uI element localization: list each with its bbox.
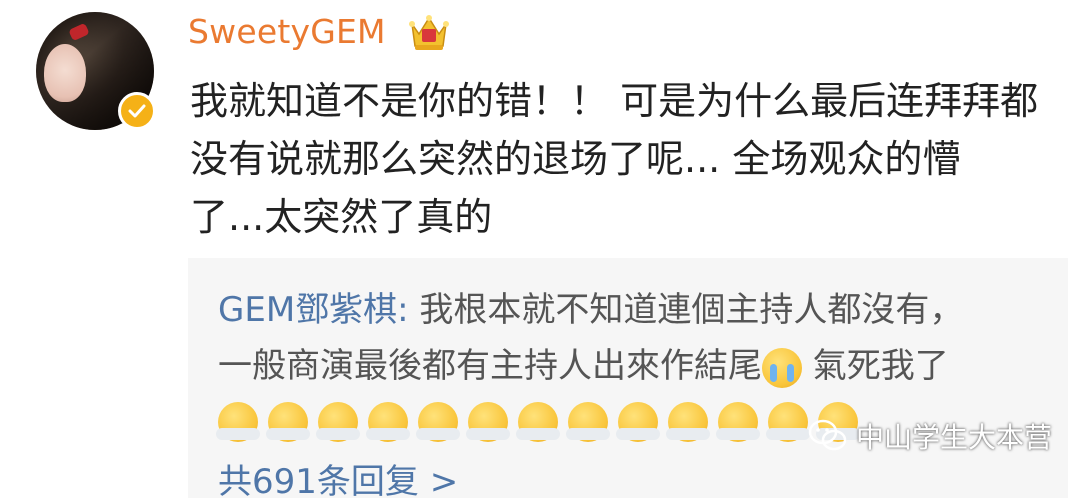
quote-line: 氣死我了 [802,346,949,386]
watermark: 中山学生大本营 [808,416,1052,456]
view-replies-link[interactable]: 共691条回复 > [218,454,458,503]
steam-face-icon [416,401,460,442]
quote-author-link[interactable]: GEM鄧紫棋: [218,290,409,330]
steam-face-icon [316,401,360,442]
wechat-icon [808,419,847,451]
comment-text: 我就知道不是你的错！！ 可是为什么最后连拜拜都 没有说就那么突然的退场了呢...… [190,72,1070,246]
crown-icon [409,15,449,50]
comment-line: 了...太突然了真的 [190,195,493,239]
quote-line: 一般商演最後都有主持人出來作結尾 [218,346,762,386]
steam-face-icon [366,401,410,442]
steam-face-icon [766,401,810,442]
verified-badge-icon [118,92,156,130]
avatar-face [44,44,86,102]
steam-face-icon [666,401,710,442]
comment-line: 我就知道不是你的错！！ 可是为什么最后连拜拜都 [190,79,1039,123]
steam-face-icon [566,401,610,442]
steam-face-icon [466,401,510,442]
watermark-text: 中山学生大本营 [856,421,1053,454]
username[interactable]: SweetyGEM [188,12,386,51]
steam-face-icon [616,401,660,442]
steam-face-icon [266,401,310,442]
steam-face-icon [516,401,560,442]
comment-line: 没有说就那么突然的退场了呢... 全场观众的懵 [190,137,961,181]
crying-face-icon [762,347,802,388]
quoted-reply[interactable]: GEM鄧紫棋: 我根本就不知道連個主持人都沒有， 一般商演最後都有主持人出來作結… [188,258,1068,502]
steam-face-icon [716,401,760,442]
steam-face-icon [216,401,260,442]
quote-line: 我根本就不知道連個主持人都沒有， [408,290,964,330]
